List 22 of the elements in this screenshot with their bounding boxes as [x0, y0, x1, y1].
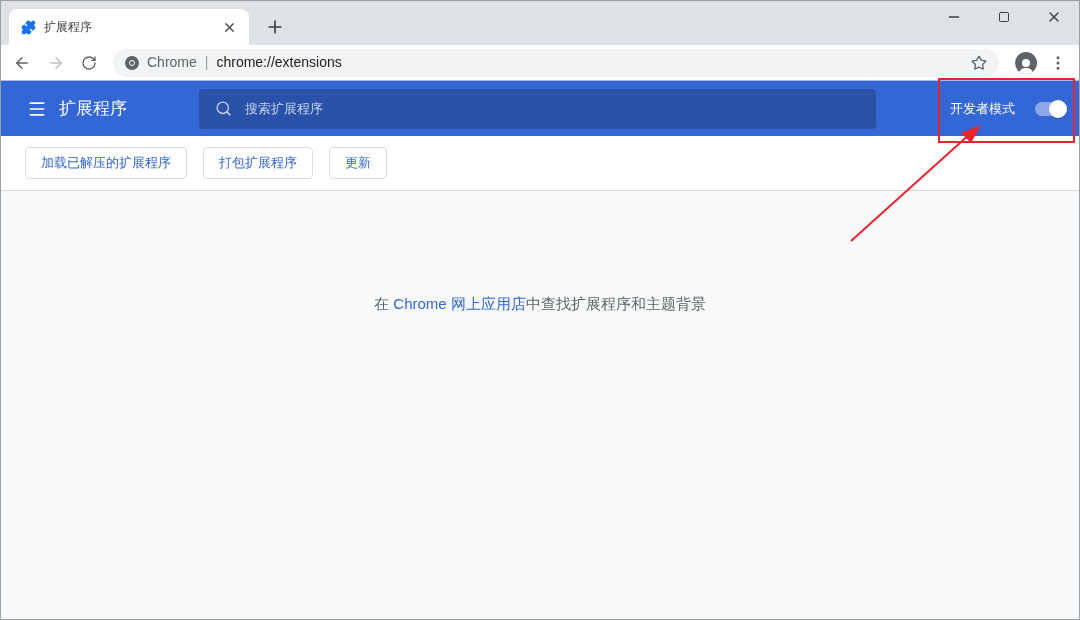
reload-icon[interactable] — [81, 54, 97, 71]
chrome-logo-icon — [125, 55, 139, 70]
web-store-link[interactable]: Chrome 网上应用店 — [393, 295, 526, 312]
separator: | — [204, 53, 209, 72]
profile-icon[interactable] — [1015, 51, 1037, 74]
site-label: Chrome — [147, 53, 197, 72]
action-button[interactable]: 更新 — [329, 147, 387, 179]
url-text: chrome://extensions — [216, 53, 343, 72]
action-button[interactable]: 打包扩展程序 — [203, 147, 313, 179]
bookmark-star-icon[interactable] — [971, 54, 987, 71]
action-button[interactable]: 加载已解压的扩展程序 — [25, 147, 187, 179]
tab-title: 扩展程序 — [44, 19, 93, 36]
address-bar[interactable]: Chrome | chrome://extensions — [113, 48, 999, 77]
browser-tab[interactable]: 扩展程序 — [9, 9, 249, 45]
empty-state-message: 在 Chrome 网上应用店中查找扩展程序和主题背景 — [374, 294, 706, 314]
search-icon — [215, 99, 232, 117]
search-field[interactable]: 搜索扩展程序 — [199, 88, 876, 129]
maximize-icon[interactable] — [998, 11, 1010, 23]
page-title: 扩展程序 — [59, 97, 128, 120]
developer-mode-label: 开发者模式 — [950, 99, 1015, 118]
puzzle-icon — [21, 19, 36, 35]
developer-mode-toggle[interactable] — [1035, 101, 1067, 116]
